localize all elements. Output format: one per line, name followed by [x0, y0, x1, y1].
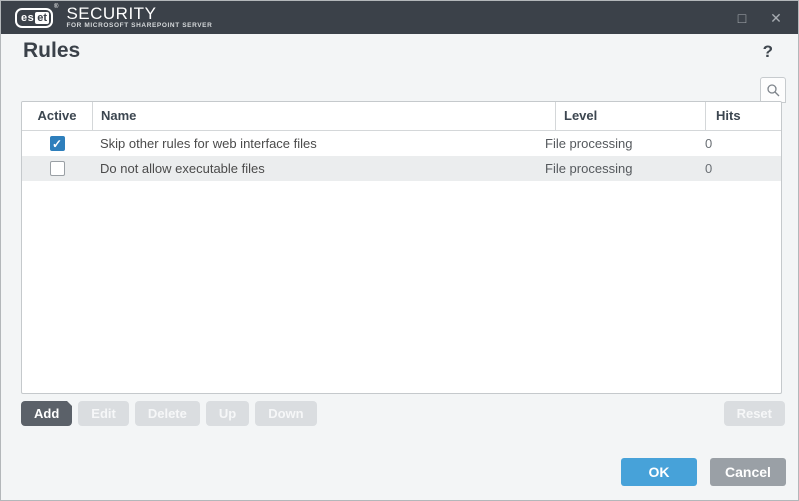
cancel-button[interactable]: Cancel [710, 458, 786, 486]
brand-text: SECURITY FOR MICROSOFT SHAREPOINT SERVER [66, 4, 213, 29]
rule-hits-cell: 0 [705, 136, 713, 151]
table-row[interactable]: Do not allow executable files File proce… [22, 156, 781, 181]
page-title: Rules [23, 39, 81, 62]
search-icon [767, 84, 780, 97]
eset-logo: es et [15, 7, 54, 28]
help-icon[interactable]: ? [763, 42, 773, 62]
table-row[interactable]: ✓ Skip other rules for web interface fil… [22, 131, 781, 156]
registered-mark: ® [54, 4, 59, 10]
active-cell: ✓ [22, 136, 92, 151]
column-header-hits[interactable]: Hits [705, 102, 781, 130]
product-subtitle: FOR MICROSOFT SHAREPOINT SERVER [66, 22, 213, 29]
delete-button[interactable]: Delete [134, 401, 200, 426]
titlebar: es et ® SECURITY FOR MICROSOFT SHAREPOIN… [1, 1, 798, 34]
rule-name-cell: Skip other rules for web interface files [100, 136, 317, 151]
column-header-active[interactable]: Active [22, 102, 92, 130]
eset-logo-et: et [35, 11, 50, 24]
window-controls: □ ✕ [734, 1, 784, 34]
active-checkbox[interactable]: ✓ [49, 136, 65, 151]
close-icon[interactable]: ✕ [768, 11, 784, 25]
ok-button[interactable]: OK [621, 458, 697, 486]
rule-hits-cell: 0 [705, 161, 713, 176]
table-header: Active Name Level Hits [22, 102, 781, 131]
rule-level-cell: File processing [545, 161, 633, 176]
rule-name-cell: Do not allow executable files [100, 161, 265, 176]
column-header-name[interactable]: Name [92, 102, 555, 130]
eset-logo-es: es [21, 11, 35, 24]
rules-table: Active Name Level Hits ✓ Skip other rule… [21, 101, 782, 394]
search-button[interactable] [760, 77, 786, 103]
rules-table-body: ✓ Skip other rules for web interface fil… [22, 131, 781, 181]
edit-button[interactable]: Edit [78, 401, 129, 426]
active-checkbox[interactable] [49, 161, 65, 176]
up-button[interactable]: Up [205, 401, 250, 426]
reset-button[interactable]: Reset [723, 401, 785, 426]
down-button[interactable]: Down [255, 401, 317, 426]
rule-level-cell: File processing [545, 136, 633, 151]
active-cell [22, 161, 92, 176]
column-header-level[interactable]: Level [555, 102, 705, 130]
maximize-icon[interactable]: □ [734, 11, 750, 25]
add-button[interactable]: Add [21, 400, 74, 426]
rule-actions: Add Edit Delete Up Down [21, 400, 317, 426]
product-name: SECURITY [66, 4, 157, 23]
eset-rules-dialog: es et ® SECURITY FOR MICROSOFT SHAREPOIN… [0, 0, 799, 501]
